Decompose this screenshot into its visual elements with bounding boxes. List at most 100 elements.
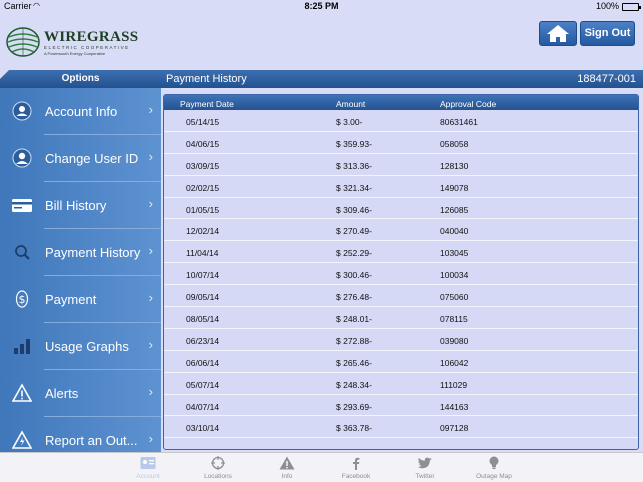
payment-date-cell: 05/07/14 <box>186 379 220 390</box>
amount-cell: $ 359.93- <box>336 138 372 149</box>
table-header: Payment Date Amount Approval Code <box>164 95 638 110</box>
tab-label: Twitter <box>415 473 435 480</box>
sidebar-item-label: Alerts <box>45 386 79 401</box>
tab-label: Facebook <box>341 473 371 480</box>
sidebar-item-label: Account Info <box>45 104 118 119</box>
sidebar-item-label: Change User ID <box>45 151 139 166</box>
table-row[interactable]: 12/02/14 $ 270.49- 040040 <box>164 219 638 242</box>
battery-icon <box>622 3 641 11</box>
sidebar-item-label: Payment History <box>45 245 141 260</box>
approval-code-cell: 039080 <box>440 335 469 346</box>
tab-label: Account <box>136 473 160 480</box>
tab-info[interactable]: Info <box>257 453 317 482</box>
person-circle-icon <box>12 101 32 121</box>
warning-icon <box>12 383 32 402</box>
home-icon <box>547 25 569 42</box>
payment-date-cell: 09/05/14 <box>186 292 220 303</box>
tab-account[interactable]: Account <box>118 453 178 482</box>
chevron-right-icon: › <box>148 337 153 352</box>
column-header-approval-code: Approval Code <box>440 99 497 109</box>
approval-code-cell: 149078 <box>440 182 469 193</box>
sidebar-item-usage-graphs[interactable]: Usage Graphs › <box>0 323 161 370</box>
sidebar-item-payment-history[interactable]: Payment History › <box>0 229 161 276</box>
home-button[interactable] <box>539 21 577 46</box>
amount-cell: $ 276.48- <box>336 292 372 303</box>
table-row[interactable]: 04/07/14 $ 293.69- 144163 <box>164 395 638 417</box>
amount-cell: $ 321.34- <box>336 182 372 193</box>
table-row[interactable]: 09/05/14 $ 276.48- 075060 <box>164 285 638 308</box>
table-row[interactable]: 06/23/14 $ 272.88- 039080 <box>164 329 638 351</box>
sidebar-item-label: Bill History <box>45 198 107 213</box>
payment-date-cell: 01/05/15 <box>186 204 220 215</box>
amount-cell: $ 3.00- <box>336 117 363 127</box>
tab-twitter[interactable]: Twitter <box>395 453 455 482</box>
status-bar: Carrier ◠ 8:25 PM 100% <box>0 0 643 13</box>
chevron-right-icon: › <box>148 196 153 211</box>
sign-out-button[interactable]: Sign Out <box>580 21 635 46</box>
wiregrass-logo[interactable]: WIREGRASS ELECTRIC COOPERATIVE A Powerso… <box>6 26 138 60</box>
magnifier-icon <box>15 245 30 260</box>
payment-date-cell: 04/06/15 <box>186 138 220 149</box>
crosshair-icon <box>211 456 225 470</box>
sidebar-item-change-user-id[interactable]: Change User ID › <box>0 135 161 182</box>
page-title: Payment History <box>166 73 247 85</box>
column-header-payment-date: Payment Date <box>180 99 234 109</box>
approval-code-cell: 103045 <box>440 248 469 259</box>
table-row[interactable]: 01/05/15 $ 309.46- 126085 <box>164 198 638 220</box>
tab-locations[interactable]: Locations <box>188 453 248 482</box>
approval-code-cell: 078115 <box>440 314 468 325</box>
clock: 8:25 PM <box>304 1 339 11</box>
sidebar-item-alerts[interactable]: Alerts › <box>0 370 161 417</box>
sidebar-item-payment[interactable]: $ Payment › <box>0 276 161 323</box>
payment-date-cell: 06/23/14 <box>186 335 220 346</box>
sidebar-item-label: Report an Out... <box>45 433 138 448</box>
table-row[interactable]: 06/06/14 $ 265.46- 106042 <box>164 351 638 373</box>
approval-code-cell: 075060 <box>440 292 469 303</box>
approval-code-cell: 097128 <box>440 423 469 434</box>
sidebar-item-report-outage[interactable]: Report an Out... › <box>0 417 161 452</box>
payment-date-cell: 12/02/14 <box>186 226 220 237</box>
payment-date-cell: 04/07/14 <box>186 401 220 412</box>
table-row[interactable]: 11/04/14 $ 252.29- 103045 <box>164 241 638 264</box>
account-card-icon <box>140 457 156 469</box>
table-row[interactable]: 04/06/15 $ 359.93- 058058 <box>164 132 638 154</box>
amount-cell: $ 265.46- <box>336 357 372 368</box>
approval-code-cell: 126085 <box>440 204 469 215</box>
table-row[interactable]: 05/07/14 $ 248.34- 111029 <box>164 373 638 395</box>
amount-cell: $ 248.34- <box>336 379 372 390</box>
approval-code-cell: 128130 <box>440 160 469 171</box>
payment-date-cell: 03/09/15 <box>186 160 220 171</box>
chevron-right-icon: › <box>148 102 153 117</box>
approval-code-cell: 106042 <box>440 357 469 368</box>
amount-cell: $ 270.49- <box>336 226 372 237</box>
table-row[interactable]: 03/09/15 $ 313.36- 128130 <box>164 154 638 176</box>
amount-cell: $ 248.01- <box>336 314 372 325</box>
amount-cell: $ 300.46- <box>336 270 372 281</box>
table-row[interactable]: 10/07/14 $ 300.46- 100034 <box>164 263 638 286</box>
svg-text:$: $ <box>19 293 26 306</box>
table-row[interactable]: 02/02/15 $ 321.34- 149078 <box>164 176 638 198</box>
payment-date-cell: 06/06/14 <box>186 357 220 368</box>
app-header: WIREGRASS ELECTRIC COOPERATIVE A Powerso… <box>0 13 643 70</box>
amount-cell: $ 309.46- <box>336 204 372 215</box>
table-row[interactable]: 03/10/14 $ 363.78- 097128 <box>164 416 638 439</box>
amount-cell: $ 272.88- <box>336 335 372 346</box>
sidebar-item-bill-history[interactable]: Bill History › <box>0 182 161 229</box>
tab-facebook[interactable]: Facebook <box>326 453 386 482</box>
payment-date-cell: 11/04/14 <box>186 248 219 259</box>
chevron-right-icon: › <box>148 431 153 446</box>
table-row[interactable]: 08/05/14 $ 248.01- 078115 <box>164 307 638 329</box>
amount-cell: $ 252.29- <box>336 248 372 259</box>
table-row[interactable]: 05/14/15 $ 3.00- 80631461 <box>164 110 638 132</box>
sidebar-item-account-info[interactable]: Account Info › <box>0 88 161 135</box>
tab-outage-map[interactable]: Outage Map <box>464 453 524 482</box>
approval-code-cell: 040040 <box>440 226 469 237</box>
approval-code-cell: 100034 <box>440 270 469 281</box>
approval-code-cell: 144163 <box>440 401 469 412</box>
outage-icon <box>12 430 32 449</box>
warning-icon <box>279 456 295 470</box>
column-header-amount: Amount <box>336 99 366 109</box>
amount-cell: $ 363.78- <box>336 423 372 434</box>
payment-history-table[interactable]: Payment Date Amount Approval Code 05/14/… <box>163 94 639 450</box>
approval-code-cell: 111029 <box>440 379 468 390</box>
